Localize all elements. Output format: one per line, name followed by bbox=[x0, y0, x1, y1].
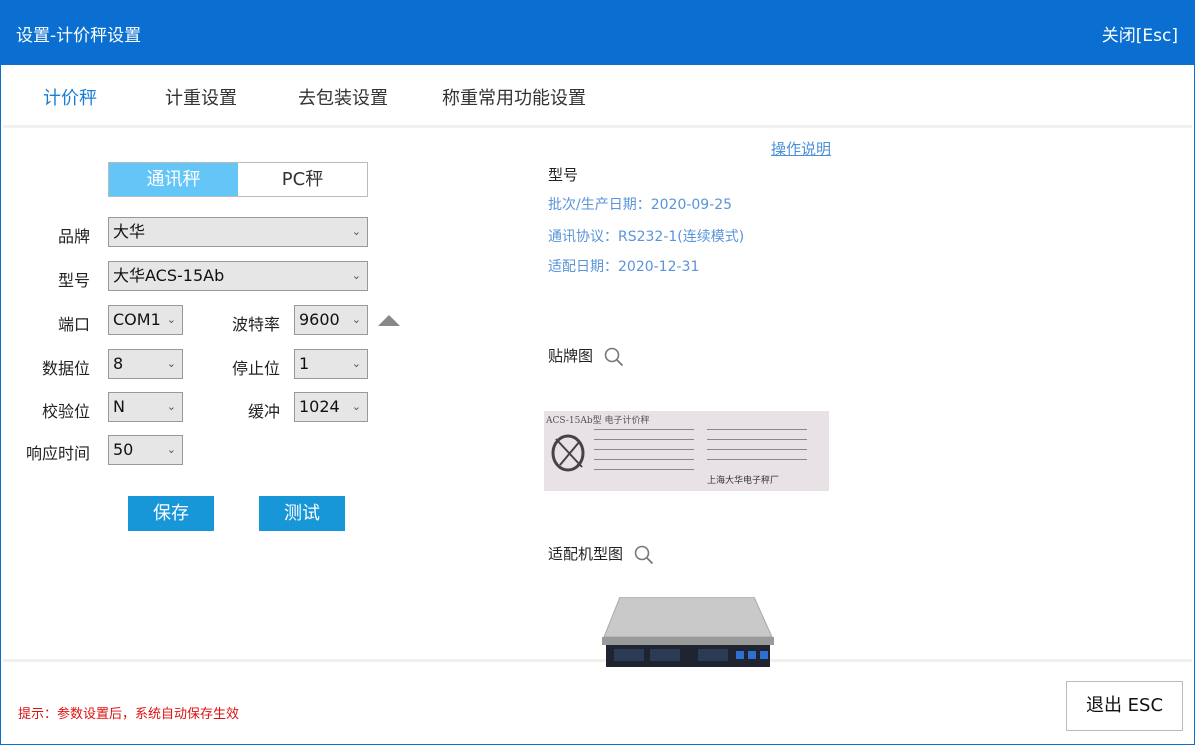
buffer-select[interactable]: 1024 ⌄ bbox=[294, 392, 368, 422]
triangle-up-icon[interactable] bbox=[378, 315, 400, 326]
chevron-down-icon: ⌄ bbox=[166, 443, 176, 456]
exit-button[interactable]: 退出 ESC bbox=[1066, 681, 1183, 731]
info-title: 型号 bbox=[548, 166, 579, 184]
databits-label: 数据位 bbox=[41, 359, 90, 378]
tab-pricing-scale[interactable]: 计价秤 bbox=[43, 84, 97, 110]
port-select[interactable]: COM1 ⌄ bbox=[108, 305, 183, 335]
databits-select[interactable]: 8 ⌄ bbox=[108, 349, 183, 379]
response-time-label: 响应时间 bbox=[25, 444, 90, 463]
port-value: COM1 bbox=[113, 310, 161, 329]
parity-select[interactable]: N ⌄ bbox=[108, 392, 183, 422]
brand-label: 品牌 bbox=[57, 227, 90, 246]
buffer-value: 1024 bbox=[299, 397, 340, 416]
parity-value: N bbox=[113, 397, 125, 416]
chevron-down-icon: ⌄ bbox=[351, 269, 361, 282]
buffer-label: 缓冲 bbox=[247, 402, 280, 421]
model-image-label: 适配机型图 bbox=[548, 545, 624, 563]
chevron-down-icon: ⌄ bbox=[166, 400, 176, 413]
model-label: 型号 bbox=[57, 271, 90, 290]
tab-bar: 计价秤 计重设置 去包装设置 称重常用功能设置 bbox=[0, 65, 1195, 125]
nameplate-section: 贴牌图 bbox=[548, 345, 624, 367]
model-select[interactable]: 大华ACS-15Ab ⌄ bbox=[108, 261, 368, 291]
port-label: 端口 bbox=[57, 315, 90, 334]
nameplate-label: 贴牌图 bbox=[548, 347, 594, 365]
magnifier-icon[interactable] bbox=[634, 545, 654, 565]
parity-label: 校验位 bbox=[41, 402, 90, 421]
stopbits-value: 1 bbox=[299, 354, 310, 373]
databits-value: 8 bbox=[113, 354, 124, 373]
chevron-down-icon: ⌄ bbox=[166, 357, 176, 370]
scale-type-toggle: 通讯秤 PC秤 bbox=[108, 162, 368, 197]
protocol: 通讯协议：RS232-1(连续模式) bbox=[548, 229, 745, 245]
scale-type-pc[interactable]: PC秤 bbox=[238, 163, 367, 196]
test-button[interactable]: 测试 bbox=[259, 496, 345, 531]
baud-value: 9600 bbox=[299, 310, 340, 329]
chevron-down-icon: ⌄ bbox=[351, 357, 361, 370]
response-time-select[interactable]: 50 ⌄ bbox=[108, 435, 183, 465]
batch-date: 批次/生产日期：2020-09-25 bbox=[548, 197, 733, 213]
nameplate-maker-text: 上海大华电子秤厂 bbox=[707, 476, 780, 486]
logo-icon bbox=[551, 434, 585, 472]
model-value: 大华ACS-15Ab bbox=[113, 266, 225, 285]
adapt-date: 适配日期：2020-12-31 bbox=[548, 259, 700, 275]
chevron-down-icon: ⌄ bbox=[351, 225, 361, 238]
brand-value: 大华 bbox=[113, 222, 146, 241]
close-button[interactable]: 关闭[Esc] bbox=[1102, 21, 1178, 46]
nameplate-model-text: ACS-15Ab型 电子计价秤 bbox=[546, 416, 650, 426]
window-title: 设置-计价秤设置 bbox=[16, 26, 142, 46]
model-image-section: 适配机型图 bbox=[548, 543, 654, 565]
stopbits-select[interactable]: 1 ⌄ bbox=[294, 349, 368, 379]
help-link[interactable]: 操作说明 bbox=[771, 138, 831, 159]
baud-label: 波特率 bbox=[231, 315, 280, 334]
chevron-down-icon: ⌄ bbox=[351, 400, 361, 413]
response-time-value: 50 bbox=[113, 440, 134, 459]
tab-common-functions[interactable]: 称重常用功能设置 bbox=[442, 84, 586, 110]
title-bar: 设置-计价秤设置 关闭[Esc] bbox=[0, 0, 1195, 65]
footer-hint: 提示：参数设置后，系统自动保存生效 bbox=[18, 707, 240, 722]
tab-weighing-settings[interactable]: 计重设置 bbox=[165, 84, 237, 110]
magnifier-icon[interactable] bbox=[604, 347, 624, 367]
save-button[interactable]: 保存 bbox=[128, 496, 214, 531]
chevron-down-icon: ⌄ bbox=[166, 313, 176, 326]
brand-select[interactable]: 大华 ⌄ bbox=[108, 217, 368, 247]
baud-select[interactable]: 9600 ⌄ bbox=[294, 305, 368, 335]
scale-image bbox=[602, 597, 774, 667]
nameplate-image: ACS-15Ab型 电子计价秤 上海大华电子秤厂 bbox=[544, 411, 829, 491]
scale-type-comm[interactable]: 通讯秤 bbox=[109, 163, 238, 196]
tab-tare-settings[interactable]: 去包装设置 bbox=[298, 84, 388, 110]
stopbits-label: 停止位 bbox=[231, 359, 280, 378]
chevron-down-icon: ⌄ bbox=[351, 313, 361, 326]
